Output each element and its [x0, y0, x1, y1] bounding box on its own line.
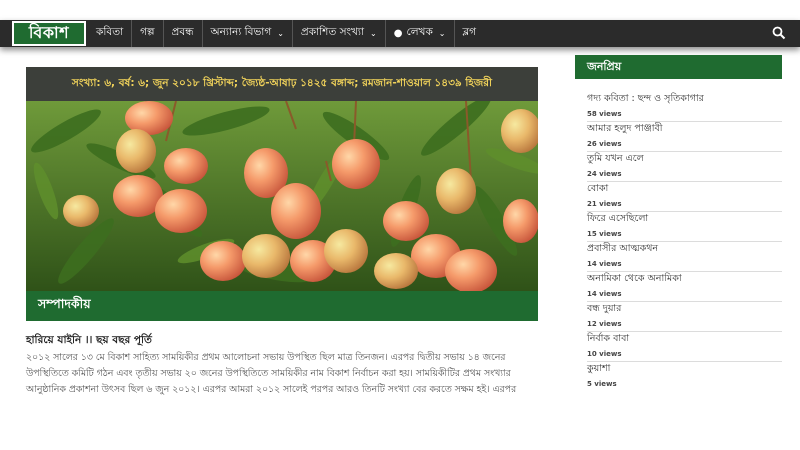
article-excerpt: ২০১২ সালের ১৩ মে বিকাশ সাহিত্য সাময়িকীর… [26, 350, 538, 398]
popular-item-title[interactable]: গদ্য কবিতা : ছন্দ ও সৃতিকাগার [587, 92, 704, 107]
popular-list: গদ্য কবিতা : ছন্দ ও সৃতিকাগার 58 views আম… [587, 92, 782, 392]
nav-item-stories[interactable]: গল্প [132, 20, 164, 47]
popular-item-title[interactable]: আমার হলুদ পাঞ্জাবী [587, 122, 663, 137]
popular-item: বন্ধ দুয়ার 12 views [587, 302, 782, 332]
popular-item-views: 21 views [587, 200, 622, 208]
chevron-down-icon: ⌄ [277, 29, 284, 38]
top-navbar: বিকাশ কবিতা গল্প প্রবন্ধ অন্যান্য বিভাগ ⌄… [0, 20, 800, 47]
popular-item: প্রবাসীর আত্মকথন 14 views [587, 242, 782, 272]
nav-item-authors[interactable]: ● লেখক ⌄ [386, 20, 455, 47]
search-icon[interactable] [772, 26, 786, 40]
popular-item-views: 15 views [587, 230, 622, 238]
popular-heading-text: জনপ্রিয় [587, 59, 622, 73]
nav-item-label: কবিতা [96, 26, 124, 38]
popular-item-title[interactable]: বোকা [587, 182, 608, 197]
issue-info-text: সংখ্যা: ৬, বর্ষ: ৬; জুন ২০১৮ খ্রিস্টাব্দ… [71, 76, 493, 89]
nav-item-label: প্রকাশিত সংখ্যা [300, 26, 365, 38]
issue-info-bar: সংখ্যা: ৬, বর্ষ: ৬; জুন ২০১৮ খ্রিস্টাব্দ… [26, 67, 538, 101]
popular-item: অনামিকা থেকে অনামিকা 14 views [587, 272, 782, 302]
popular-item-title[interactable]: কুয়াশা [587, 362, 610, 377]
nav-item-label: গল্প [140, 26, 155, 38]
nav-item-essays[interactable]: প্রবন্ধ [164, 20, 203, 47]
popular-item: বোকা 21 views [587, 182, 782, 212]
popular-item: গদ্য কবিতা : ছন্দ ও সৃতিকাগার 58 views [587, 92, 782, 122]
popular-item-views: 5 views [587, 380, 617, 388]
popular-item-views: 14 views [587, 290, 622, 298]
nav-item-label: লেখক [406, 26, 433, 38]
nav-item-label: প্রবন্ধ [171, 26, 194, 38]
site-logo-text: বিকাশ [28, 23, 70, 42]
editorial-caption-text: সম্পাদকীয় [38, 296, 91, 311]
nav-item-published-issues[interactable]: প্রকাশিত সংখ্যা ⌄ [293, 20, 386, 47]
featured-issue-banner[interactable]: সংখ্যা: ৬, বর্ষ: ৬; জুন ২০১৮ খ্রিস্টাব্দ… [26, 67, 538, 321]
nav-item-blog[interactable]: ব্লগ [455, 20, 485, 47]
popular-item-views: 24 views [587, 170, 622, 178]
popular-item-title[interactable]: তুমি যখন এলে [587, 152, 644, 167]
chevron-down-icon: ⌄ [438, 29, 446, 38]
popular-item-title[interactable]: অনামিকা থেকে অনামিকা [587, 272, 682, 287]
popular-item-views: 58 views [587, 110, 622, 118]
popular-item-title[interactable]: প্রবাসীর আত্মকথন [587, 242, 658, 257]
popular-item: তুমি যখন এলে 24 views [587, 152, 782, 182]
article-line: আনুষ্ঠানিক প্রকাশনা উৎসব ছিল ৬ জুন ২০১২।… [26, 384, 517, 395]
article-title[interactable]: হারিয়ে যাইনি ।। ছয় বছর পূর্তি [26, 333, 152, 350]
popular-item-views: 12 views [587, 320, 622, 328]
editorial-caption-bar[interactable]: সম্পাদকীয় [26, 291, 538, 321]
popular-item-title[interactable]: বন্ধ দুয়ার [587, 302, 621, 317]
mango-tree-image [26, 101, 538, 291]
nav-item-label: ব্লগ [462, 26, 477, 38]
popular-heading: জনপ্রিয় [575, 55, 782, 79]
nav-menu: কবিতা গল্প প্রবন্ধ অন্যান্য বিভাগ ⌄ প্রকা… [88, 20, 484, 47]
nav-item-poems[interactable]: কবিতা [88, 20, 133, 47]
nav-item-label: অন্যান্য বিভাগ [210, 26, 272, 38]
article-line: উপস্থিতিতে কমিটি গঠন এবং তৃতীয় সভায় ২০… [26, 368, 511, 379]
popular-item-title[interactable]: ফিরে এসেছিলো [587, 212, 648, 227]
site-logo[interactable]: বিকাশ [12, 21, 86, 46]
nav-item-other-sections[interactable]: অন্যান্য বিভাগ ⌄ [203, 20, 293, 47]
chevron-down-icon: ⌄ [370, 29, 377, 38]
popular-item-views: 26 views [587, 140, 622, 148]
popular-item: আমার হলুদ পাঞ্জাবী 26 views [587, 122, 782, 152]
popular-item-views: 14 views [587, 260, 622, 268]
popular-item: ফিরে এসেছিলো 15 views [587, 212, 782, 242]
popular-item-title[interactable]: নির্বাক বাবা [587, 332, 629, 347]
article-line: ২০১২ সালের ১৩ মে বিকাশ সাহিত্য সাময়িকীর… [26, 352, 506, 363]
popular-item: নির্বাক বাবা 10 views [587, 332, 782, 362]
popular-item: কুয়াশা 5 views [587, 362, 782, 392]
user-icon: ● [393, 28, 403, 39]
popular-item-views: 10 views [587, 350, 622, 358]
